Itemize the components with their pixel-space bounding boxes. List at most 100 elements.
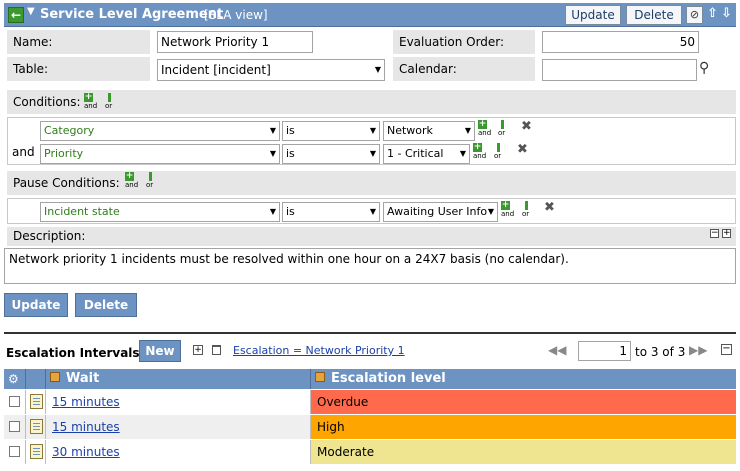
calendar-input[interactable] (542, 59, 697, 81)
dropdown-arrow-icon: ▼ (269, 149, 276, 158)
dropdown-arrow-icon: ▼ (369, 149, 376, 158)
condition-operator-select[interactable]: is ▼ (282, 121, 380, 141)
add-and-icon[interactable]: and (501, 201, 515, 218)
description-bar: Description: (7, 227, 736, 246)
pause-conditions-label: Pause Conditions: (13, 176, 120, 190)
condition-value-value: Network (387, 124, 433, 137)
chevron-down-icon[interactable]: ▼ (27, 6, 35, 17)
collapse-icon[interactable]: − (721, 344, 732, 355)
and-label: and (12, 145, 35, 159)
escalation-level-cell: Moderate (311, 440, 736, 464)
add-and-icon[interactable]: and (478, 120, 492, 137)
table-select[interactable]: Incident [incident] ▼ (157, 59, 385, 81)
eval-order-input[interactable]: 50 (542, 31, 699, 53)
escalation-grid-header: ⚙ Wait Escalation level (4, 369, 736, 389)
pause-field-select[interactable]: Incident state ▼ (40, 202, 280, 222)
new-button[interactable]: New (139, 340, 181, 362)
form-subtitle: [SLA view] (204, 8, 268, 22)
column-divider (25, 415, 26, 439)
dropdown-arrow-icon: ▼ (464, 126, 471, 135)
column-escalation-level[interactable]: Escalation level (331, 369, 446, 389)
header-delete-button[interactable]: Delete (626, 5, 682, 25)
dropdown-arrow-icon: ▼ (369, 207, 376, 216)
filter-breadcrumb-link[interactable]: Escalation = Network Priority 1 (233, 344, 405, 357)
first-page-icon[interactable]: ◀◀ (548, 343, 566, 357)
filter-icon[interactable] (50, 372, 60, 382)
eval-order-label: Evaluation Order: (393, 30, 535, 54)
expand-icon[interactable]: + (722, 229, 731, 238)
row-checkbox[interactable] (9, 396, 20, 407)
conditions-label: Conditions: (13, 95, 81, 109)
escalation-title: Escalation Intervals (6, 346, 140, 360)
section-divider (4, 332, 736, 334)
dropdown-arrow-icon: ▼ (374, 65, 381, 74)
escalation-level-cell: High (311, 415, 736, 439)
add-and-icon[interactable]: and (125, 172, 139, 189)
add-or-icon[interactable]: or (498, 120, 512, 137)
condition-field-select[interactable]: Category ▼ (40, 121, 280, 141)
search-icon[interactable]: ⚲ (699, 60, 709, 76)
form-title: Service Level Agreement (40, 7, 224, 22)
table-row[interactable]: 30 minutes Moderate (4, 440, 736, 464)
column-divider (310, 369, 311, 389)
pause-value-select[interactable]: Awaiting User Info ▼ (383, 202, 498, 222)
dropdown-arrow-icon: ▼ (369, 126, 376, 135)
wait-link[interactable]: 15 minutes (52, 420, 120, 434)
breadcrumb-icon (212, 345, 221, 355)
add-or-icon[interactable]: or (494, 143, 508, 160)
delete-condition-icon[interactable]: ✖ (521, 119, 532, 134)
last-page-icon[interactable]: ▶▶ (689, 343, 707, 357)
delete-condition-icon[interactable]: ✖ (517, 142, 528, 157)
column-divider (45, 369, 46, 389)
column-divider (45, 415, 46, 439)
add-and-icon[interactable]: and (84, 93, 98, 110)
header-update-button[interactable]: Update (565, 5, 621, 25)
dropdown-arrow-icon: ▼ (459, 149, 466, 158)
column-divider (25, 390, 26, 414)
add-or-icon[interactable]: or (146, 172, 160, 189)
add-or-icon[interactable]: or (105, 93, 119, 110)
pause-operator-select[interactable]: is ▼ (282, 202, 380, 222)
delete-condition-icon[interactable]: ✖ (544, 200, 555, 215)
gear-icon[interactable]: ⚙ (8, 372, 19, 386)
page-range: to 3 of 3 (635, 345, 686, 359)
document-icon[interactable] (30, 444, 43, 459)
condition-operator-select[interactable]: is ▼ (282, 144, 380, 164)
table-row[interactable]: 15 minutes Overdue (4, 390, 736, 414)
table-label: Table: (7, 57, 150, 81)
document-icon[interactable] (30, 394, 43, 409)
arrow-up-icon[interactable]: ⇧ (707, 6, 718, 21)
filter-icon[interactable] (315, 372, 325, 382)
column-wait[interactable]: Wait (66, 369, 99, 389)
table-select-value: Incident [incident] (161, 63, 271, 77)
arrow-down-icon[interactable]: ⇩ (721, 6, 732, 21)
table-row[interactable]: 15 minutes High (4, 415, 736, 439)
attachment-icon[interactable]: ⊘ (686, 6, 703, 24)
condition-field-select[interactable]: Priority ▼ (40, 144, 280, 164)
condition-operator-value: is (286, 147, 295, 160)
wait-link[interactable]: 15 minutes (52, 395, 120, 409)
row-checkbox[interactable] (9, 446, 20, 457)
form-header: ← ▼ Service Level Agreement [SLA view] U… (4, 3, 736, 27)
document-icon[interactable] (30, 419, 43, 434)
pause-value-value: Awaiting User Info (387, 205, 488, 218)
delete-button[interactable]: Delete (75, 293, 137, 317)
page-input[interactable]: 1 (578, 341, 631, 361)
name-input[interactable]: Network Priority 1 (157, 31, 313, 53)
condition-field-value: Category (44, 124, 95, 137)
row-checkbox[interactable] (9, 421, 20, 432)
column-divider (25, 369, 26, 389)
back-icon[interactable]: ← (8, 7, 24, 23)
condition-value-select[interactable]: 1 - Critical ▼ (383, 144, 470, 164)
collapse-icon[interactable]: − (710, 229, 719, 238)
add-and-icon[interactable]: and (473, 143, 487, 160)
description-textarea[interactable]: Network priority 1 incidents must be res… (4, 248, 736, 284)
wait-link[interactable]: 30 minutes (52, 445, 120, 459)
pause-conditions-bar: Pause Conditions: (7, 171, 736, 195)
expand-icon[interactable]: + (193, 345, 203, 355)
condition-value-select[interactable]: Network ▼ (383, 121, 475, 141)
add-or-icon[interactable]: or (522, 201, 536, 218)
condition-value-value: 1 - Critical (387, 147, 444, 160)
update-button[interactable]: Update (4, 293, 68, 317)
condition-operator-value: is (286, 124, 295, 137)
